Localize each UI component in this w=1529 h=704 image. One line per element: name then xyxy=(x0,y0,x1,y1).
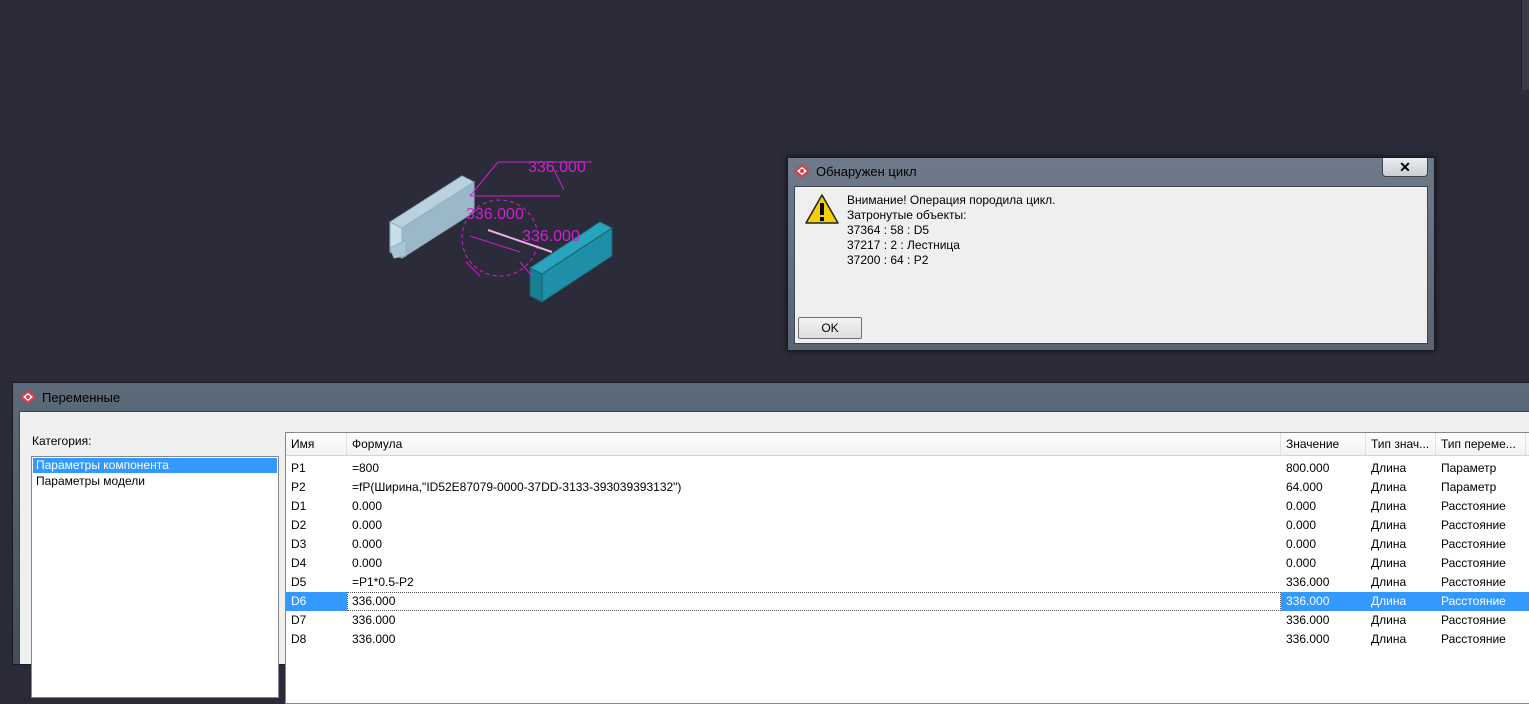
column-header-variable-type[interactable]: Тип переме... xyxy=(1436,433,1526,455)
cell-name: D3 xyxy=(291,537,307,551)
column-header-value[interactable]: Значение xyxy=(1281,433,1366,455)
cell-formula-editor[interactable]: 336.000 xyxy=(347,592,1281,611)
message-line: 37364 : 58 : D5 xyxy=(847,223,930,237)
cell-formula[interactable]: 336.000 xyxy=(347,630,1281,649)
cell-variable-type: Расстояние xyxy=(1441,632,1506,646)
cell-variable-type: Расстояние xyxy=(1441,518,1506,532)
table-row[interactable]: D5 =P1*0.5-P2 336.000 Длина Расстояние xyxy=(286,573,1529,592)
dimension-label-right: 336.000 xyxy=(522,228,580,245)
variables-window: Переменные Категория: Параметры компонен… xyxy=(12,382,1529,704)
variables-grid[interactable]: Имя Формула Значение Тип знач... Тип пер… xyxy=(285,432,1529,704)
table-row[interactable]: D8 336.000 336.000 Длина Расстояние xyxy=(286,630,1529,649)
close-icon: ✕ xyxy=(1399,159,1411,175)
dialog-titlebar[interactable]: Обнаружен цикл ✕ xyxy=(788,158,1434,184)
table-row[interactable]: D7 336.000 336.000 Длина Расстояние xyxy=(286,611,1529,630)
cell-value: 0.000 xyxy=(1286,556,1317,570)
cell-value-type: Длина xyxy=(1371,575,1407,589)
cell-variable-type: Расстояние xyxy=(1441,594,1506,608)
category-list[interactable]: Параметры компонента Параметры модели xyxy=(31,456,279,698)
dimension-label-top: 336.000 xyxy=(528,159,586,176)
cell-value: 336.000 xyxy=(1286,632,1330,646)
table-row[interactable]: D3 0.000 0.000 Длина Расстояние xyxy=(286,535,1529,554)
table-row[interactable]: D1 0.000 0.000 Длина Расстояние xyxy=(286,497,1529,516)
cell-value: 0.000 xyxy=(1286,537,1317,551)
app-logo-icon xyxy=(794,164,810,178)
cell-name: D2 xyxy=(291,518,307,532)
cell-variable-type: Расстояние xyxy=(1441,575,1506,589)
column-header-name[interactable]: Имя xyxy=(286,433,347,455)
category-label: Категория: xyxy=(32,434,92,448)
cell-value: 0.000 xyxy=(1286,499,1317,513)
dialog-title: Обнаружен цикл xyxy=(816,164,917,179)
table-row[interactable]: D4 0.000 0.000 Длина Расстояние xyxy=(286,554,1529,573)
cell-name: D5 xyxy=(291,575,307,589)
window-client: Категория: Параметры компонента Параметр… xyxy=(19,411,1529,704)
cell-variable-type: Расстояние xyxy=(1441,613,1506,627)
cell-formula[interactable]: 0.000 xyxy=(347,516,1281,535)
cell-name: P1 xyxy=(291,461,306,475)
table-row[interactable]: D2 0.000 0.000 Длина Расстояние xyxy=(286,516,1529,535)
window-titlebar[interactable]: Переменные xyxy=(13,383,1529,411)
cell-value-type: Длина xyxy=(1371,518,1407,532)
cell-value: 800.000 xyxy=(1286,461,1330,475)
cell-value-type: Длина xyxy=(1371,461,1407,475)
table-row[interactable]: P1 =800 800.000 Длина Параметр xyxy=(286,459,1529,478)
cell-value: 336.000 xyxy=(1286,575,1330,589)
cell-value-type: Длина xyxy=(1371,613,1407,627)
table-row-selected[interactable]: D6 336.000 336.000 Длина Расстояние xyxy=(286,592,1529,611)
cell-variable-type: Параметр xyxy=(1441,480,1497,494)
cell-value: 336.000 xyxy=(1286,613,1330,627)
cell-formula[interactable]: =800 xyxy=(347,459,1281,478)
message-line: Внимание! Операция породила цикл. xyxy=(847,193,1056,207)
cell-value: 0.000 xyxy=(1286,518,1317,532)
cell-variable-type: Параметр xyxy=(1441,461,1497,475)
cell-formula[interactable]: 0.000 xyxy=(347,554,1281,573)
close-button[interactable]: ✕ xyxy=(1382,158,1428,177)
beam-left[interactable] xyxy=(388,175,476,259)
cell-formula[interactable]: =P1*0.5-P2 xyxy=(347,573,1281,592)
cell-value-type: Длина xyxy=(1371,499,1407,513)
cell-value-type: Длина xyxy=(1371,632,1407,646)
cell-value: 64.000 xyxy=(1286,480,1323,494)
cell-formula[interactable]: 0.000 xyxy=(347,497,1281,516)
column-header-value-type[interactable]: Тип знач... xyxy=(1366,433,1436,455)
table-row[interactable]: P2 =fP(Ширина,"ID52E87079-0000-37DD-3133… xyxy=(286,478,1529,497)
cell-formula[interactable]: =fP(Ширина,"ID52E87079-0000-37DD-3133-39… xyxy=(347,478,1281,497)
ok-button[interactable]: OK xyxy=(798,317,862,339)
app-logo-icon xyxy=(20,390,36,404)
viewport-scrollbar-thumb[interactable] xyxy=(1521,0,1529,90)
cell-value-type: Длина xyxy=(1371,480,1407,494)
cell-formula[interactable]: 0.000 xyxy=(347,535,1281,554)
cycle-detected-dialog: Обнаружен цикл ✕ Внимание! Операция поро… xyxy=(787,157,1435,351)
cell-value: 336.000 xyxy=(1286,594,1330,608)
cell-value-type: Длина xyxy=(1371,537,1407,551)
cell-value-type: Длина xyxy=(1371,594,1407,608)
cell-name: D7 xyxy=(291,613,307,627)
cell-name: D1 xyxy=(291,499,307,513)
window-title: Переменные xyxy=(42,390,121,405)
dimension-label-middle: 336.000 xyxy=(466,206,524,223)
cell-name: D6 xyxy=(291,594,307,608)
grid-header: Имя Формула Значение Тип знач... Тип пер… xyxy=(286,433,1529,456)
dialog-body: Внимание! Операция породила цикл. Затрон… xyxy=(794,186,1428,344)
cell-value-type: Длина xyxy=(1371,556,1407,570)
message-line: Затронутые объекты: xyxy=(847,208,967,222)
cell-variable-type: Расстояние xyxy=(1441,556,1506,570)
cell-variable-type: Расстояние xyxy=(1441,499,1506,513)
message-line: 37217 : 2 : Лестница xyxy=(847,238,960,252)
cell-name: D4 xyxy=(291,556,307,570)
category-item-component-params[interactable]: Параметры компонента xyxy=(33,458,277,473)
cell-formula[interactable]: 336.000 xyxy=(347,611,1281,630)
cell-name: P2 xyxy=(291,480,306,494)
warning-icon xyxy=(805,194,839,224)
category-item-model-params[interactable]: Параметры модели xyxy=(33,474,277,489)
message-line: 37200 : 64 : P2 xyxy=(847,253,929,267)
dialog-message: Внимание! Операция породила цикл. Затрон… xyxy=(847,193,1055,268)
column-header-formula[interactable]: Формула xyxy=(347,433,1281,455)
cell-variable-type: Расстояние xyxy=(1441,537,1506,551)
cell-name: D8 xyxy=(291,632,307,646)
